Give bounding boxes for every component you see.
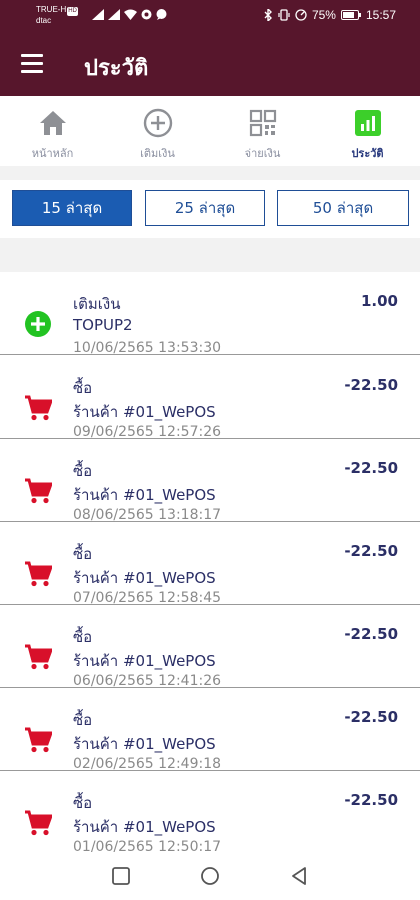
transaction-type: ซื้อ — [73, 794, 93, 812]
clock: 15:57 — [365, 8, 396, 22]
tab-topup[interactable]: เติมเงิน — [105, 96, 210, 166]
recents-icon[interactable] — [111, 866, 131, 886]
data-saver-icon — [295, 9, 307, 21]
cart-icon — [25, 478, 52, 504]
filter-50-button[interactable]: 50 ล่าสุด — [277, 190, 409, 226]
transaction-amount: -22.50 — [344, 459, 398, 477]
transaction-amount: 1.00 — [360, 292, 398, 310]
qr-code-icon — [249, 109, 277, 137]
transaction-amount: -22.50 — [344, 791, 398, 809]
tab-history[interactable]: ประวัติ — [315, 96, 420, 166]
transaction-amount: -22.50 — [344, 625, 398, 643]
app-notification-icon — [141, 9, 152, 20]
filter-15-button[interactable]: 15 ล่าสุด — [12, 190, 132, 226]
transaction-name: ร้านค้า #01_WePOS — [73, 735, 216, 753]
transaction-datetime: 10/06/2565 13:53:30 — [73, 340, 222, 356]
app-bar: ประวัติ — [0, 32, 420, 96]
list-item[interactable]: ซื้อ ร้านค้า #01_WePOS 06/06/2565 12:41:… — [0, 605, 420, 689]
home-icon — [40, 111, 66, 135]
transaction-type: ซื้อ — [73, 628, 93, 646]
hamburger-menu-icon[interactable] — [21, 54, 45, 74]
transaction-name: ร้านค้า #01_WePOS — [73, 652, 216, 670]
tab-label: หน้าหลัก — [31, 147, 74, 160]
cart-icon — [25, 395, 52, 421]
transaction-amount: -22.50 — [344, 708, 398, 726]
bluetooth-icon — [264, 9, 272, 21]
wifi-icon — [124, 9, 137, 20]
list-item[interactable]: ซื้อ ร้านค้า #01_WePOS 08/06/2565 13:18:… — [0, 439, 420, 523]
transaction-datetime: 08/06/2565 13:18:17 — [73, 507, 222, 523]
cart-icon — [25, 644, 52, 670]
plus-circle-icon — [143, 108, 173, 138]
transaction-name: TOPUP2 — [73, 316, 133, 334]
carrier-name: TRUE-H — [36, 5, 67, 14]
transaction-datetime: 02/06/2565 12:49:18 — [73, 756, 222, 772]
tab-home[interactable]: หน้าหลัก — [0, 96, 105, 166]
transaction-type: ซื้อ — [73, 379, 93, 397]
transaction-datetime: 07/06/2565 12:58:45 — [73, 590, 222, 606]
signal-icon — [108, 9, 120, 20]
carrier-secondary: dtac — [36, 16, 52, 25]
battery-percent: 75% — [311, 8, 336, 22]
list-item[interactable]: ซื้อ ร้านค้า #01_WePOS 09/06/2565 12:57:… — [0, 356, 420, 440]
hd-badge: HD — [67, 7, 78, 16]
transaction-type: ซื้อ — [73, 462, 93, 480]
tab-pay[interactable]: จ่ายเงิน — [210, 96, 315, 166]
transaction-list: เติมเงิน TOPUP2 10/06/2565 13:53:30 1.00… — [0, 272, 420, 852]
back-icon[interactable] — [289, 866, 309, 886]
transaction-name: ร้านค้า #01_WePOS — [73, 403, 216, 421]
cart-icon — [25, 810, 52, 836]
transaction-amount: -22.50 — [344, 542, 398, 560]
carrier-label: TRUE-H HD dtac — [36, 5, 78, 25]
tab-bar: หน้าหลัก เติมเงิน จ่ายเงิน ประวัติ — [0, 96, 420, 166]
transaction-amount: -22.50 — [344, 376, 398, 394]
transaction-type: ซื้อ — [73, 711, 93, 729]
chat-notification-icon — [156, 9, 167, 20]
tab-label: จ่ายเงิน — [244, 147, 281, 160]
topup-plus-icon — [25, 311, 51, 337]
cart-icon — [25, 561, 52, 587]
tab-label: ประวัติ — [351, 147, 384, 160]
vibrate-icon — [278, 9, 290, 21]
filter-25-button[interactable]: 25 ล่าสุด — [145, 190, 265, 226]
system-nav-bar — [0, 852, 420, 900]
transaction-name: ร้านค้า #01_WePOS — [73, 569, 216, 587]
list-item[interactable]: ซื้อ ร้านค้า #01_WePOS 02/06/2565 12:49:… — [0, 688, 420, 772]
transaction-type: ซื้อ — [73, 545, 93, 563]
battery-icon — [340, 10, 361, 20]
transaction-datetime: 06/06/2565 12:41:26 — [73, 673, 222, 689]
page-title: ประวัติ — [84, 56, 149, 81]
transaction-type: เติมเงิน — [73, 295, 121, 313]
transaction-name: ร้านค้า #01_WePOS — [73, 818, 216, 836]
signal-icon — [92, 9, 104, 20]
status-left-icons — [92, 9, 167, 20]
transaction-datetime: 09/06/2565 12:57:26 — [73, 424, 222, 440]
list-item[interactable]: เติมเงิน TOPUP2 10/06/2565 13:53:30 1.00 — [0, 272, 420, 356]
transaction-name: ร้านค้า #01_WePOS — [73, 486, 216, 504]
tab-label: เติมเงิน — [140, 147, 175, 160]
transaction-datetime: 01/06/2565 12:50:17 — [73, 839, 222, 852]
list-item[interactable]: ซื้อ ร้านค้า #01_WePOS 07/06/2565 12:58:… — [0, 522, 420, 606]
status-right: 75% 15:57 — [263, 8, 396, 22]
home-nav-icon[interactable] — [200, 866, 220, 886]
bar-chart-icon — [355, 110, 381, 136]
cart-icon — [25, 727, 52, 753]
status-bar: TRUE-H HD dtac 75% 15:57 — [0, 0, 420, 32]
list-item[interactable]: ซื้อ ร้านค้า #01_WePOS 01/06/2565 12:50:… — [0, 771, 420, 852]
history-filter: 15 ล่าสุด 25 ล่าสุด 50 ล่าสุด — [0, 180, 420, 238]
